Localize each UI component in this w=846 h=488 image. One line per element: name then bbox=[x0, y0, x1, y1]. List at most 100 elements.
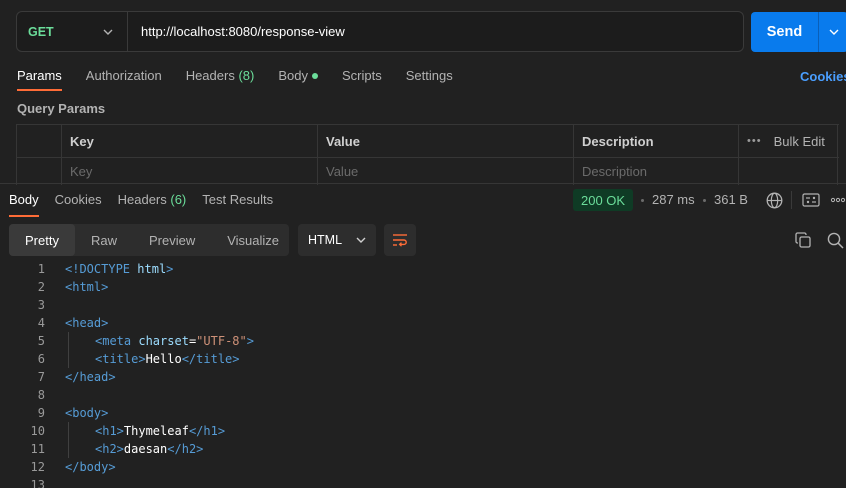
row-actions bbox=[739, 158, 838, 185]
response-tab-cookies[interactable]: Cookies bbox=[55, 191, 102, 211]
response-tab-test-results[interactable]: Test Results bbox=[202, 191, 273, 211]
column-header-description: Description bbox=[574, 125, 739, 157]
code-line: 8 bbox=[0, 386, 846, 404]
status-badge[interactable]: 200 OK bbox=[573, 189, 634, 211]
line-number: 4 bbox=[37, 316, 45, 330]
code-line: 9 <body> bbox=[0, 404, 846, 422]
line-number: 5 bbox=[37, 334, 45, 348]
code-text: <meta charset="UTF-8"> bbox=[95, 334, 254, 348]
tab-params[interactable]: Params bbox=[17, 67, 62, 91]
tab-label: Test Results bbox=[202, 192, 274, 207]
query-params-title: Query Params bbox=[17, 101, 106, 116]
tab-settings[interactable]: Settings bbox=[406, 67, 453, 89]
line-number: 2 bbox=[37, 280, 45, 294]
code-line: 2 <html> bbox=[0, 278, 846, 296]
tab-body[interactable]: Body bbox=[278, 67, 318, 89]
search-icon[interactable] bbox=[825, 230, 845, 250]
send-button[interactable]: Send bbox=[751, 12, 818, 52]
language-label: HTML bbox=[308, 233, 343, 247]
chevron-down-icon bbox=[829, 29, 838, 35]
globe-icon[interactable] bbox=[764, 190, 784, 210]
code-line: 3 bbox=[0, 296, 846, 314]
tab-scripts[interactable]: Scripts bbox=[342, 67, 382, 89]
bulk-edit-button[interactable]: ••• Bulk Edit bbox=[739, 125, 838, 157]
code-line: 6 <title>Hello</title> bbox=[0, 350, 846, 368]
tab-label: Cookies bbox=[54, 192, 102, 207]
code-line: 13 bbox=[0, 476, 846, 488]
method-select[interactable]: GET bbox=[17, 12, 128, 51]
request-tabs: Params Authorization Headers (8) Body Sc… bbox=[17, 67, 477, 91]
wrap-lines-button[interactable] bbox=[384, 224, 416, 256]
code-line: 5 <meta charset="UTF-8"> bbox=[0, 332, 846, 350]
language-select[interactable]: HTML bbox=[298, 224, 376, 256]
tab-label: Headers bbox=[117, 192, 167, 207]
meta-separator bbox=[641, 199, 644, 202]
row-checkbox[interactable] bbox=[16, 158, 62, 185]
wrap-lines-icon bbox=[393, 234, 407, 247]
response-time[interactable]: 287 ms bbox=[652, 192, 695, 207]
line-number: 13 bbox=[30, 478, 45, 488]
save-response-icon[interactable] bbox=[801, 190, 821, 210]
response-size[interactable]: 361 B bbox=[714, 192, 748, 207]
checkbox-column-header bbox=[16, 125, 62, 157]
copy-icon[interactable] bbox=[793, 230, 813, 250]
view-mode-switcher: Pretty Raw Preview Visualize bbox=[9, 224, 289, 256]
table-row: Key Value Description bbox=[16, 158, 839, 185]
params-table: Key Value Description ••• Bulk Edit Key … bbox=[16, 124, 839, 185]
view-preview[interactable]: Preview bbox=[133, 224, 211, 256]
tab-label: Body bbox=[9, 192, 39, 207]
meta-separator bbox=[703, 199, 706, 202]
line-number: 1 bbox=[37, 262, 45, 276]
code-text: <h1>Thymeleaf</h1> bbox=[95, 424, 226, 438]
tab-label: Headers bbox=[185, 68, 235, 83]
code-text: <head> bbox=[65, 316, 109, 330]
headers-count: (8) bbox=[238, 68, 255, 83]
code-line: 11 <h2>daesan</h2> bbox=[0, 440, 846, 458]
tab-label: Body bbox=[278, 68, 308, 83]
method-label: GET bbox=[28, 24, 54, 39]
table-header-row: Key Value Description ••• Bulk Edit bbox=[16, 125, 839, 158]
more-options-icon[interactable] bbox=[830, 190, 846, 210]
toolbar-divider bbox=[791, 191, 792, 209]
cookies-link[interactable]: Cookies bbox=[800, 69, 846, 84]
response-headers-count: (6) bbox=[170, 192, 187, 207]
send-options-button[interactable] bbox=[818, 12, 846, 52]
code-text: </head> bbox=[65, 370, 116, 384]
code-text: <!DOCTYPE html> bbox=[65, 262, 174, 276]
value-input[interactable]: Value bbox=[318, 158, 574, 185]
request-bar: GET http://localhost:8080/response-view bbox=[16, 11, 744, 52]
code-line: 4 <head> bbox=[0, 314, 846, 332]
tab-headers[interactable]: Headers (8) bbox=[186, 67, 255, 89]
chevron-down-icon bbox=[103, 29, 113, 35]
response-divider bbox=[0, 183, 846, 184]
line-number: 11 bbox=[30, 442, 45, 456]
line-number: 8 bbox=[37, 388, 45, 402]
tab-authorization[interactable]: Authorization bbox=[86, 67, 162, 89]
chevron-down-icon bbox=[356, 237, 366, 243]
response-tab-body[interactable]: Body bbox=[9, 191, 39, 217]
tab-label: Authorization bbox=[85, 68, 162, 83]
view-pretty[interactable]: Pretty bbox=[9, 224, 75, 256]
more-icon: ••• bbox=[747, 135, 762, 147]
tab-label: Params bbox=[17, 68, 62, 83]
url-input[interactable]: http://localhost:8080/response-view bbox=[128, 24, 345, 39]
code-line: 7 </head> bbox=[0, 368, 846, 386]
line-number: 12 bbox=[30, 460, 45, 474]
line-number: 9 bbox=[37, 406, 45, 420]
column-header-key: Key bbox=[62, 125, 318, 157]
description-input[interactable]: Description bbox=[574, 158, 739, 185]
response-tab-headers[interactable]: Headers (6) bbox=[118, 191, 187, 211]
response-tabs: Body Cookies Headers (6) Test Results bbox=[9, 191, 289, 217]
line-number: 6 bbox=[37, 352, 45, 366]
key-input[interactable]: Key bbox=[62, 158, 318, 185]
column-header-value: Value bbox=[318, 125, 574, 157]
line-number: 3 bbox=[37, 298, 45, 312]
view-raw[interactable]: Raw bbox=[75, 224, 133, 256]
body-indicator-dot bbox=[311, 72, 318, 79]
view-visualize[interactable]: Visualize bbox=[211, 224, 295, 256]
send-group: Send bbox=[751, 12, 846, 52]
tab-label: Settings bbox=[405, 68, 453, 83]
code-text: <title>Hello</title> bbox=[95, 352, 240, 366]
code-text: <h2>daesan</h2> bbox=[95, 442, 204, 456]
response-body-code[interactable]: 1 <!DOCTYPE html> 2 <html> 3 4 <head> 5 … bbox=[0, 260, 846, 488]
